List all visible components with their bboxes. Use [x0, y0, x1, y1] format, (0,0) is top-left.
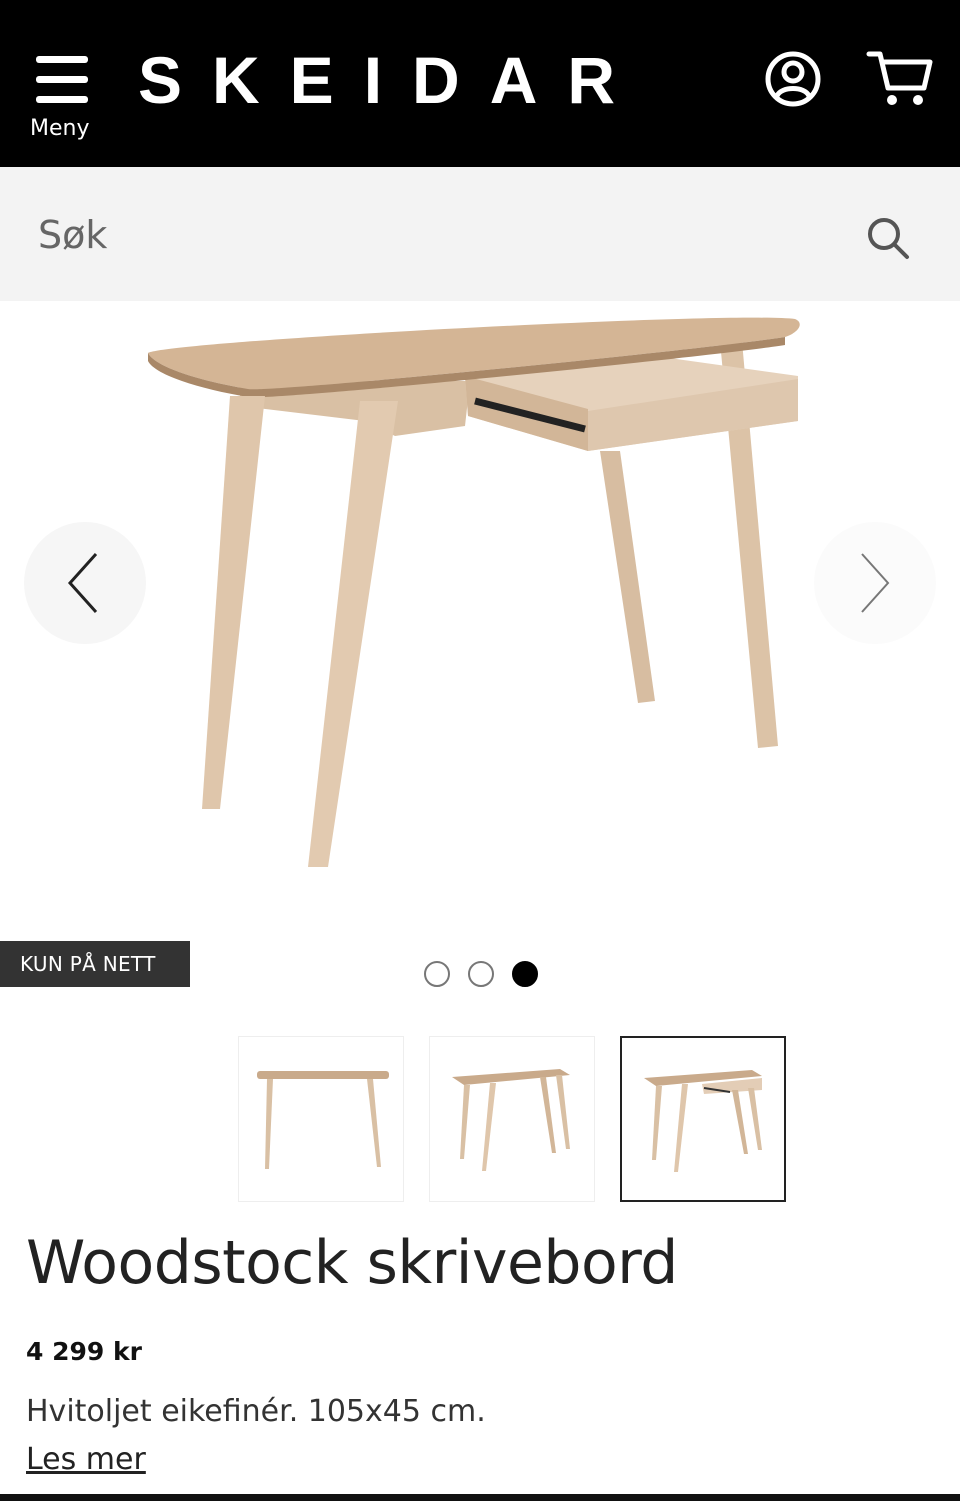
- top-navigation-bar: Meny SKEIDAR: [0, 0, 960, 167]
- thumbnail-1[interactable]: [238, 1036, 404, 1202]
- chevron-right-icon: [861, 553, 890, 613]
- next-image-button[interactable]: [814, 522, 936, 644]
- thumbnail-2[interactable]: [429, 1036, 595, 1202]
- online-only-badge: KUN PÅ NETT: [0, 941, 190, 987]
- skeidar-logo[interactable]: SKEIDAR: [138, 40, 645, 120]
- product-price: 4 299 kr: [26, 1337, 142, 1366]
- gallery-dot[interactable]: [468, 961, 494, 987]
- product-image-gallery: [0, 301, 960, 1001]
- menu-label: Meny: [30, 116, 90, 141]
- thumbnail-3-selected[interactable]: [620, 1036, 786, 1202]
- product-title: Woodstock skrivebord: [26, 1228, 678, 1298]
- read-more-link[interactable]: Les mer: [26, 1442, 146, 1477]
- gallery-pagination-dots: [422, 961, 552, 989]
- gallery-dot[interactable]: [424, 961, 450, 987]
- search-bar: [0, 167, 960, 301]
- hamburger-menu-icon: [36, 56, 90, 104]
- chevron-left-icon: [67, 552, 98, 614]
- account-icon[interactable]: [764, 50, 822, 108]
- menu-button[interactable]: Meny: [28, 50, 98, 150]
- bottom-divider: [0, 1494, 960, 1501]
- previous-image-button[interactable]: [24, 522, 146, 644]
- search-input[interactable]: [38, 207, 818, 263]
- thumbnail-strip: [238, 1036, 798, 1202]
- product-description: Hvitoljet eikefinér. 105x45 cm.: [26, 1394, 486, 1429]
- cart-icon[interactable]: [866, 48, 934, 110]
- gallery-dot-active[interactable]: [512, 961, 538, 987]
- product-main-image[interactable]: [130, 301, 820, 881]
- search-icon[interactable]: [864, 214, 912, 262]
